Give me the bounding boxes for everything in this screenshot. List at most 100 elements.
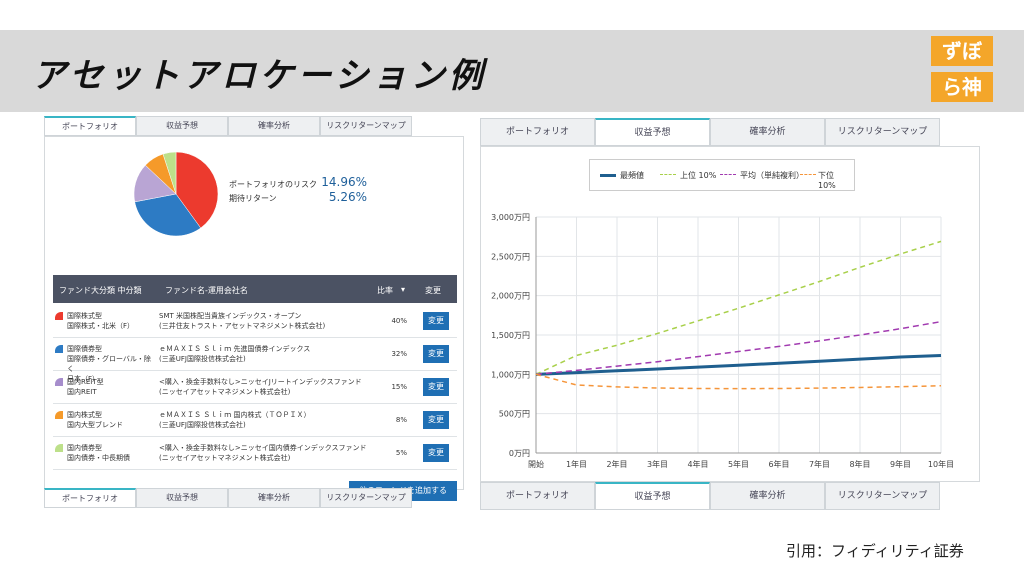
sort-icon[interactable]: ▾ <box>401 285 405 294</box>
x-tick-label: 4年目 <box>687 459 708 469</box>
category-sub: 国際株式・北米（F） <box>67 322 135 330</box>
y-tick-label: 500万円 <box>499 410 530 419</box>
logo-line-1: ずぼ <box>931 36 993 66</box>
fund-name: ｅＭＡＸＩＳ Ｓｌｉｍ 先進国債券インデックス <box>159 345 311 353</box>
slide-title: アセットアロケーション例 <box>32 56 487 96</box>
logo: ずぼ ら神 <box>926 34 998 106</box>
table-row: 国内株式型 国内大型ブレンド ｅＭＡＸＩＳ Ｓｌｉｍ 国内株式（ＴＯＰＩＸ） (… <box>53 404 457 437</box>
table-row: 国内債券型 国内債券・中長期債 <購入・換金手数料なし>ニッセイ国内債券インデッ… <box>53 437 457 470</box>
forecast-panel: ポートフォリオ 収益予想 確率分析 リスクリターンマップ 最頻値 上位 10% … <box>480 118 980 510</box>
category-main: 国際株式型 <box>67 312 102 320</box>
ratio-cell: 5% <box>395 449 407 457</box>
portfolio-panel: ポートフォリオ 収益予想 確率分析 リスクリターンマップ ポートフォリオのリスク… <box>44 116 464 510</box>
tab-portfolio[interactable]: ポートフォリオ <box>480 482 595 510</box>
forecast-tabs-top: ポートフォリオ 収益予想 確率分析 リスクリターンマップ <box>480 118 940 146</box>
tab-portfolio[interactable]: ポートフォリオ <box>44 488 136 508</box>
fund-cell: SMT 米国株配当貴族インデックス・オープン (三井住友トラスト・アセットマネジ… <box>159 311 379 331</box>
tab-probability[interactable]: 確率分析 <box>228 488 320 508</box>
category-cell: 国際株式型 国際株式・北米（F） <box>67 311 153 331</box>
fund-name: <購入・換金手数料なし>ニッセイJリートインデックスファンド <box>159 378 362 386</box>
x-tick-label: 5年目 <box>728 459 749 469</box>
forecast-line-chart: 0万円 500万円 1,000万円 1,500万円 2,000万円 2,500万円 3,00… <box>491 213 954 469</box>
fund-company: (三井住友トラスト・アセットマネジメント株式会社) <box>159 322 326 330</box>
pie-chart <box>133 151 219 237</box>
tab-profit-forecast[interactable]: 収益予想 <box>595 118 710 146</box>
return-label: 期待リターン <box>229 194 277 203</box>
header-fund: ファンド名-運用会社名 <box>165 286 248 295</box>
category-sub: 国内債券・中長期債 <box>67 454 130 462</box>
category-main: 国内株式型 <box>67 411 102 419</box>
table-row: 国内REIT型 国内REIT <購入・換金手数料なし>ニッセイJリートインデック… <box>53 371 457 404</box>
tab-portfolio[interactable]: ポートフォリオ <box>44 116 136 136</box>
table-row: 国際債券型 国際債券・グローバル・除く 日本（F） ｅＭＡＸＩＳ Ｓｌｉｍ 先進… <box>53 338 457 383</box>
logo-line-2: ら神 <box>931 72 993 102</box>
y-tick-label: 1,000万円 <box>491 370 530 379</box>
y-tick-label: 2,500万円 <box>491 252 530 261</box>
x-tick-label: 3年目 <box>647 459 668 469</box>
table-header: ファンド大分類 中分類 ファンド名-運用会社名 比率 ▾ 変更 <box>53 275 457 303</box>
ratio-cell: 15% <box>391 383 407 391</box>
tab-probability[interactable]: 確率分析 <box>228 116 320 136</box>
tab-profit-forecast[interactable]: 収益予想 <box>595 482 710 510</box>
fund-cell: ｅＭＡＸＩＳ Ｓｌｉｍ 先進国債券インデックス (三菱UFJ国際投信株式会社) <box>159 344 379 364</box>
ratio-cell: 32% <box>391 350 407 358</box>
tab-profit-forecast[interactable]: 収益予想 <box>136 488 228 508</box>
ratio-cell: 40% <box>391 317 407 325</box>
category-sub: 国内REIT <box>67 388 97 396</box>
fund-name: ｅＭＡＸＩＳ Ｓｌｉｍ 国内株式（ＴＯＰＩＸ） <box>159 411 311 419</box>
fund-cell: <購入・換金手数料なし>ニッセイ国内債券インデックスファンド (ニッセイアセット… <box>159 443 379 463</box>
x-tick-label: 9年目 <box>890 459 911 469</box>
change-button[interactable]: 変更 <box>423 312 449 330</box>
category-flag-icon <box>55 444 63 452</box>
y-tick-label: 1,500万円 <box>491 331 530 340</box>
category-main: 国内REIT型 <box>67 378 104 386</box>
x-tick-label: 6年目 <box>768 459 789 469</box>
risk-value: 14.96% <box>321 175 367 189</box>
portfolio-body: ポートフォリオのリスク 14.96% 期待リターン 5.26% ファンド大分類 … <box>44 136 464 501</box>
citation: 引用：フィディリティ証券 <box>786 542 964 560</box>
risk-label: ポートフォリオのリスク <box>229 180 317 189</box>
table-row: 国際株式型 国際株式・北米（F） SMT 米国株配当貴族インデックス・オープン … <box>53 305 457 338</box>
category-cell: 国内債券型 国内債券・中長期債 <box>67 443 153 463</box>
category-main: 国内債券型 <box>67 444 102 452</box>
fund-company: (三菱UFJ国際投信株式会社) <box>159 355 246 363</box>
tab-risk-return-map[interactable]: リスクリターンマップ <box>320 116 412 136</box>
fund-company: (ニッセイアセットマネジメント株式会社) <box>159 388 291 396</box>
x-tick-label: 開始 <box>528 459 544 469</box>
fund-name: SMT 米国株配当貴族インデックス・オープン <box>159 312 302 320</box>
category-flag-icon <box>55 312 63 320</box>
tab-profit-forecast[interactable]: 収益予想 <box>136 116 228 136</box>
x-tick-label: 7年目 <box>809 459 830 469</box>
tab-risk-return-map[interactable]: リスクリターンマップ <box>825 118 940 146</box>
fund-company: (ニッセイアセットマネジメント株式会社) <box>159 454 291 462</box>
category-main: 国際債券型 <box>67 345 102 353</box>
tab-risk-return-map[interactable]: リスクリターンマップ <box>825 482 940 510</box>
tab-probability[interactable]: 確率分析 <box>710 118 825 146</box>
change-button[interactable]: 変更 <box>423 378 449 396</box>
fund-cell: ｅＭＡＸＩＳ Ｓｌｉｍ 国内株式（ＴＯＰＩＸ） (三菱UFJ国際投信株式会社) <box>159 410 379 430</box>
return-value: 5.26% <box>328 190 367 204</box>
category-cell: 国内REIT型 国内REIT <box>67 377 153 397</box>
header-category: ファンド大分類 中分類 <box>59 286 142 295</box>
change-button[interactable]: 変更 <box>423 444 449 462</box>
tab-probability[interactable]: 確率分析 <box>710 482 825 510</box>
header-ratio[interactable]: 比率 <box>377 285 393 296</box>
change-button[interactable]: 変更 <box>423 411 449 429</box>
header-change: 変更 <box>425 286 441 295</box>
x-tick-label: 2年目 <box>606 459 627 469</box>
fund-company: (三菱UFJ国際投信株式会社) <box>159 421 246 429</box>
tab-risk-return-map[interactable]: リスクリターンマップ <box>320 488 412 508</box>
forecast-body: 最頻値 上位 10% 平均（単純複利） 下位 10% 0万円 500万円 1,000… <box>480 146 980 482</box>
category-sub: 国内大型ブレンド <box>67 421 123 429</box>
category-flag-icon <box>55 345 63 353</box>
category-flag-icon <box>55 378 63 386</box>
y-tick-label: 3,000万円 <box>491 213 530 222</box>
ratio-cell: 8% <box>395 416 407 424</box>
tab-portfolio[interactable]: ポートフォリオ <box>480 118 595 146</box>
y-tick-label: 0万円 <box>509 449 530 458</box>
portfolio-tabs-bottom: ポートフォリオ 収益予想 確率分析 リスクリターンマップ <box>44 488 412 508</box>
category-flag-icon <box>55 411 63 419</box>
change-button[interactable]: 変更 <box>423 345 449 363</box>
category-cell: 国内株式型 国内大型ブレンド <box>67 410 153 430</box>
x-tick-label: 1年目 <box>566 459 587 469</box>
